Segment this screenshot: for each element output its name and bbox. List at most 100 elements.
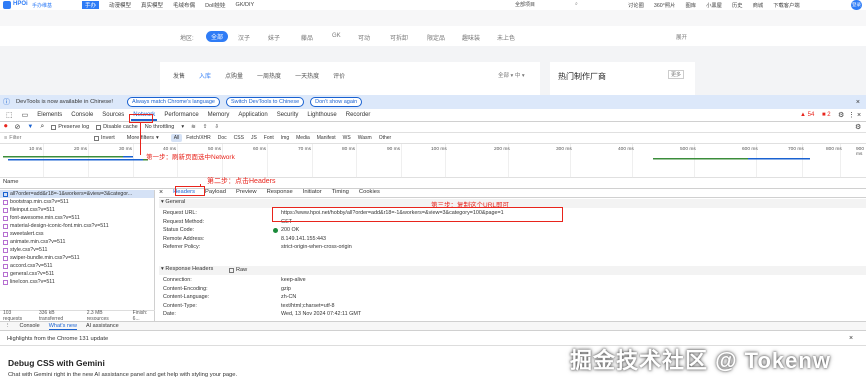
sort-filter-select[interactable]: 全部 ▾ 中 ▾ [498,71,525,79]
type-filter-chip[interactable]: All [170,134,183,142]
switch-chinese-button[interactable]: Switch DevTools to Chinese [225,97,305,107]
wifi-icon[interactable]: ≋ [191,124,196,130]
close-icon[interactable]: × [856,99,860,106]
drawer-tab[interactable]: AI assistance [86,323,119,329]
header-value[interactable]: gzip [281,286,291,292]
drawer-menu-icon[interactable]: ⋮ [5,323,11,329]
error-icon[interactable]: ▲ 54 [800,112,814,118]
tab-elements[interactable]: Elements [37,112,62,118]
user-menu-item[interactable]: 360°照片 [654,1,676,9]
user-menu-item[interactable]: 下载客户端 [773,1,800,9]
detail-tab-payload[interactable]: Payload [205,189,226,195]
sort-tab[interactable]: 发售 [173,71,185,80]
user-menu-item[interactable]: 商城 [753,1,764,9]
name-column-header[interactable]: Name [3,179,18,185]
site-nav-item[interactable]: 动漫模型 [109,1,131,9]
more-menu-icon[interactable]: ⋮ [848,111,855,119]
type-filter-chip[interactable]: CSS [231,134,247,142]
sort-tab[interactable]: 一周热度 [257,71,281,80]
upload-icon[interactable]: ⇪ [203,124,208,130]
tab-performance[interactable]: Performance [164,112,198,118]
detail-tab-initiator[interactable]: Initiator [303,189,322,195]
tab-security[interactable]: Security [277,112,299,118]
site-search-icon[interactable]: ⌕ [575,1,578,7]
match-language-button[interactable]: Always match Chrome's language [127,97,220,107]
site-nav-item[interactable]: 真实模型 [141,1,163,9]
request-row[interactable]: font-awesome.min.css?v=511 [0,214,154,222]
filter-chip[interactable]: 可拆卸 [390,33,408,42]
user-menu-item[interactable]: 讨论圈 [628,1,644,9]
record-icon[interactable]: ⏺ [4,123,8,131]
header-value[interactable]: zh-CN [281,294,296,300]
filter-chip[interactable]: 全部 [206,31,229,42]
type-filter-chip[interactable]: Doc [215,134,230,142]
expand-toggle[interactable]: 展开 [676,33,687,41]
site-logo[interactable]: HPOi [13,1,28,7]
tab-lighthouse[interactable]: Lighthouse [307,112,336,118]
close-devtools-icon[interactable]: × [857,112,861,119]
filter-funnel-icon[interactable]: ▼ [27,124,33,130]
tab-sources[interactable]: Sources [102,112,124,118]
detail-tab-response[interactable]: Response [267,189,293,195]
disable-cache-checkbox[interactable]: Disable cache [96,124,138,130]
warning-icon[interactable]: ■ 2 [822,112,831,118]
tab-application[interactable]: Application [238,112,267,118]
request-row[interactable]: sweetalert.css [0,230,154,238]
tab-recorder[interactable]: Recorder [346,112,371,118]
close-detail-icon[interactable]: × [159,189,163,196]
filter-chip[interactable]: 藤品 [301,33,313,42]
header-value[interactable]: Wed, 13 Nov 2024 07:42:11 GMT [281,311,361,317]
tab-memory[interactable]: Memory [208,112,230,118]
filter-chip[interactable]: 妹子 [268,33,280,42]
sort-tab[interactable]: 入库 [199,71,211,80]
raw-checkbox[interactable]: Raw [229,267,247,273]
preserve-log-checkbox[interactable]: Preserve log [51,124,89,130]
drawer-tab[interactable]: What's new [48,323,77,330]
request-row[interactable]: animate.min.css?v=511 [0,238,154,246]
type-filter-chip[interactable]: Font [261,134,277,142]
network-settings-icon[interactable]: ⚙ [855,123,861,131]
type-filter-chip[interactable]: Manifest [314,134,339,142]
site-nav-item[interactable]: 毛绒布偶 [173,1,195,9]
search-icon[interactable]: ⌕ [40,123,44,131]
filter-chip[interactable]: 趣味装 [462,33,480,42]
request-row[interactable]: lineIcon.css?v=511 [0,278,154,286]
header-value[interactable]: 200 OK [281,227,299,233]
request-row[interactable]: fileinput.css?v=511 [0,206,154,214]
request-row[interactable]: accord.css?v=511 [0,262,154,270]
settings-gear-icon[interactable]: ⚙ [838,111,844,119]
header-value[interactable]: keep-alive [281,277,306,283]
request-row[interactable]: style.css?v=511 [0,246,154,254]
close-icon[interactable]: × [849,335,853,342]
site-nav-item[interactable]: Doll娃娃 [205,1,225,9]
download-icon[interactable]: ⇩ [214,124,219,130]
avatar[interactable]: 登录 [851,0,862,10]
type-filter-chip[interactable]: WS [340,134,354,142]
filter-chip[interactable]: 限定品 [427,33,445,42]
sort-tab[interactable]: 一天热度 [295,71,319,80]
type-filter-chip[interactable]: Fetch/XHR [183,134,213,142]
filter-chip[interactable]: 未上色 [497,33,515,42]
detail-tab-timing[interactable]: Timing [332,189,349,195]
detail-tab-cookies[interactable]: Cookies [359,189,380,195]
header-value[interactable]: 8.149.141.155:443 [281,236,326,242]
response-headers-header[interactable]: ▾ Response Headers Raw [159,266,866,275]
clear-icon[interactable]: ⊘ [15,123,21,131]
device-toggle-icon[interactable]: ▭ [22,111,29,119]
site-search-scope[interactable]: 全部项目 [515,1,535,8]
request-row[interactable]: swiper-bundle.min.css?v=511 [0,254,154,262]
dont-show-button[interactable]: Don't show again [310,97,363,107]
sort-tab[interactable]: 点购量 [225,71,243,80]
user-menu-item[interactable]: 历史 [732,1,743,9]
filter-chip[interactable]: 汉子 [238,33,250,42]
type-filter-chip[interactable]: Img [278,134,292,142]
user-menu-item[interactable]: 小黑屋 [706,1,722,9]
filter-chip[interactable]: GK [332,33,341,39]
request-row[interactable]: bootstrap.min.css?v=511 [0,198,154,206]
request-row[interactable]: all?order=add&r18=-1&workers=&view=3&cat… [0,190,154,198]
inspect-icon[interactable]: ⬚ [6,111,13,119]
type-filter-chip[interactable]: Media [293,134,313,142]
more-button[interactable]: 更多 [668,70,685,79]
throttling-select[interactable]: No throttling [145,124,175,130]
user-menu-item[interactable]: 图库 [685,1,696,9]
